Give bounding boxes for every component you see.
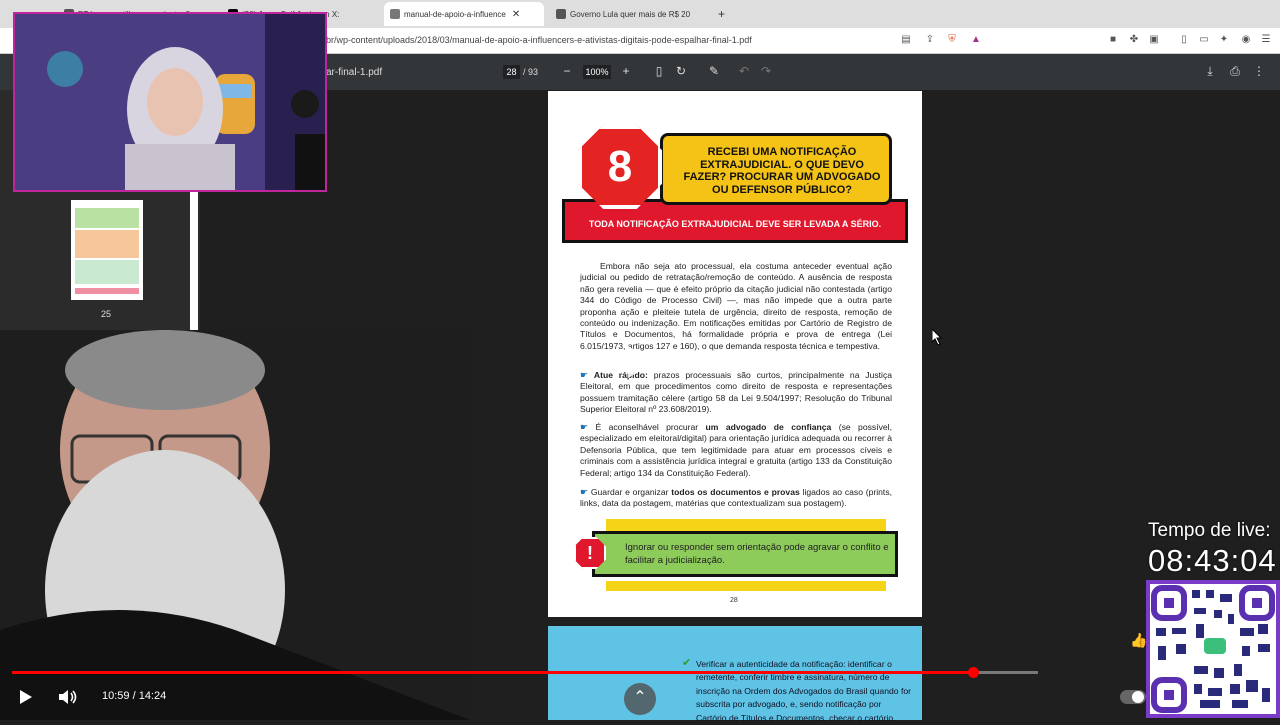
sidebar-toggle-icon[interactable]: ▯ (1178, 34, 1190, 46)
checkmark-icon: ✔ (682, 657, 692, 669)
scroll-up-button[interactable]: ⌃ (624, 683, 656, 715)
wallet2-icon[interactable]: ▭ (1198, 34, 1210, 46)
brave-shield-icon[interactable]: ⛨ (946, 34, 958, 46)
undo-icon[interactable]: ↶ (737, 64, 751, 78)
page-total: / 93 (523, 67, 539, 77)
bullet-documents: ☛ Guardar e organizar todos os documento… (580, 487, 892, 510)
warning-deco (606, 581, 886, 591)
tab-label: manual-de-apoio-a-influence (404, 9, 506, 19)
tab-favicon-icon (556, 9, 566, 19)
pointing-hand-icon: ☛ (580, 487, 589, 497)
pointing-hand-icon: ☛ (580, 370, 589, 380)
webcam-overlay-host (0, 330, 470, 720)
pdf-filename: ar-final-1.pdf (326, 67, 383, 78)
download-icon[interactable]: ⤓ (1203, 64, 1217, 79)
bullet-bold: um advogado de confiança (705, 422, 832, 432)
live-time-value: 08:43:04 (1148, 543, 1277, 578)
band-text: TODA NOTIFICAÇÃO EXTRAJUDICIAL DEVE SER … (588, 219, 882, 229)
qr-code (1146, 580, 1280, 718)
bullet-bold: todos os documentos e provas (671, 487, 800, 497)
volume-icon[interactable] (58, 689, 78, 705)
print-icon[interactable]: ⎙ (1228, 64, 1242, 79)
warning-deco (606, 519, 886, 531)
puzzle-icon[interactable]: ✤ (1128, 34, 1140, 46)
fit-page-icon[interactable]: ▯ (652, 64, 666, 78)
menu-icon[interactable]: ☰ (1260, 34, 1272, 46)
video-progress-scrubber[interactable] (968, 667, 980, 678)
bullet-lawyer: ☛ É aconselhável procurar um advogado de… (580, 422, 892, 479)
rewards-icon[interactable]: ▲ (970, 34, 982, 46)
share-icon[interactable]: ⇪ (924, 34, 936, 46)
bullet-text: Guardar e organizar (590, 487, 669, 497)
new-tab-button[interactable]: + (712, 4, 732, 24)
toggle-knob (1132, 691, 1144, 703)
mouse-cursor-icon (932, 329, 942, 345)
body-paragraph: Embora não seja ato processual, ela cost… (580, 261, 892, 351)
host-video-icon (0, 330, 470, 720)
video-time: 10:59 / 14:24 (102, 690, 167, 702)
autoplay-toggle[interactable] (1120, 690, 1146, 704)
play-overlay-icon[interactable] (618, 340, 662, 384)
streamer-video-icon (15, 14, 325, 190)
question-number-badge: 8 (578, 125, 662, 209)
zoom-input[interactable]: 100% (583, 65, 611, 79)
close-tab-icon[interactable]: ✕ (512, 9, 520, 20)
bullet-text: É aconselhável procurar (595, 422, 699, 432)
zoom-in-icon[interactable]: + (619, 64, 633, 78)
page-footer-number: 28 (730, 597, 738, 604)
zoom-out-icon[interactable]: − (560, 64, 574, 78)
url-text[interactable]: br/wp-content/uploads/2018/03/manual-de-… (326, 35, 752, 45)
vpn-icon[interactable]: ◉ (1240, 34, 1252, 46)
rotate-icon[interactable]: ↻ (674, 64, 688, 78)
live-time-label: Tempo de live: (1148, 520, 1271, 541)
video-progress-fill (12, 671, 974, 674)
wallet-icon[interactable]: ▣ (1148, 34, 1160, 46)
tab-4[interactable]: Governo Lula quer mais de R$ 20 (550, 4, 710, 24)
annotate-icon[interactable]: ✎ (707, 64, 721, 78)
tab-label: Governo Lula quer mais de R$ 20 (570, 9, 691, 19)
qr-code-icon (1150, 584, 1276, 714)
redo-icon[interactable]: ↷ (759, 64, 773, 78)
more-options-icon[interactable]: ⋮ (1252, 64, 1266, 78)
webcam-overlay-streamer (13, 12, 327, 192)
ai-icon[interactable]: ✦ (1218, 34, 1230, 46)
chevron-up-icon: ⌃ (633, 689, 647, 706)
extension-icon[interactable]: ■ (1107, 34, 1119, 46)
globe-icon (390, 9, 400, 19)
page-number-input[interactable]: 28 (503, 65, 520, 79)
play-icon[interactable] (18, 689, 34, 705)
pdf-page: RECEBI UMA NOTIFICAÇÃO EXTRAJUDICIAL. O … (548, 91, 922, 617)
reader-icon[interactable]: ▤ (900, 34, 912, 46)
page-thumbnail-25[interactable] (71, 200, 143, 300)
question-heading: RECEBI UMA NOTIFICAÇÃO EXTRAJUDICIAL. O … (660, 133, 892, 205)
next-page-text: Verificar a autenticidade da notificação… (696, 659, 911, 723)
thumbnail-label: 25 (101, 309, 112, 319)
like-icon[interactable]: 👍 (1130, 632, 1147, 649)
warning-box: Ignorar ou responder sem orientação pode… (592, 531, 898, 577)
tab-3-active[interactable]: manual-de-apoio-a-influence ✕ (384, 2, 544, 26)
pointing-hand-icon: ☛ (580, 422, 589, 432)
